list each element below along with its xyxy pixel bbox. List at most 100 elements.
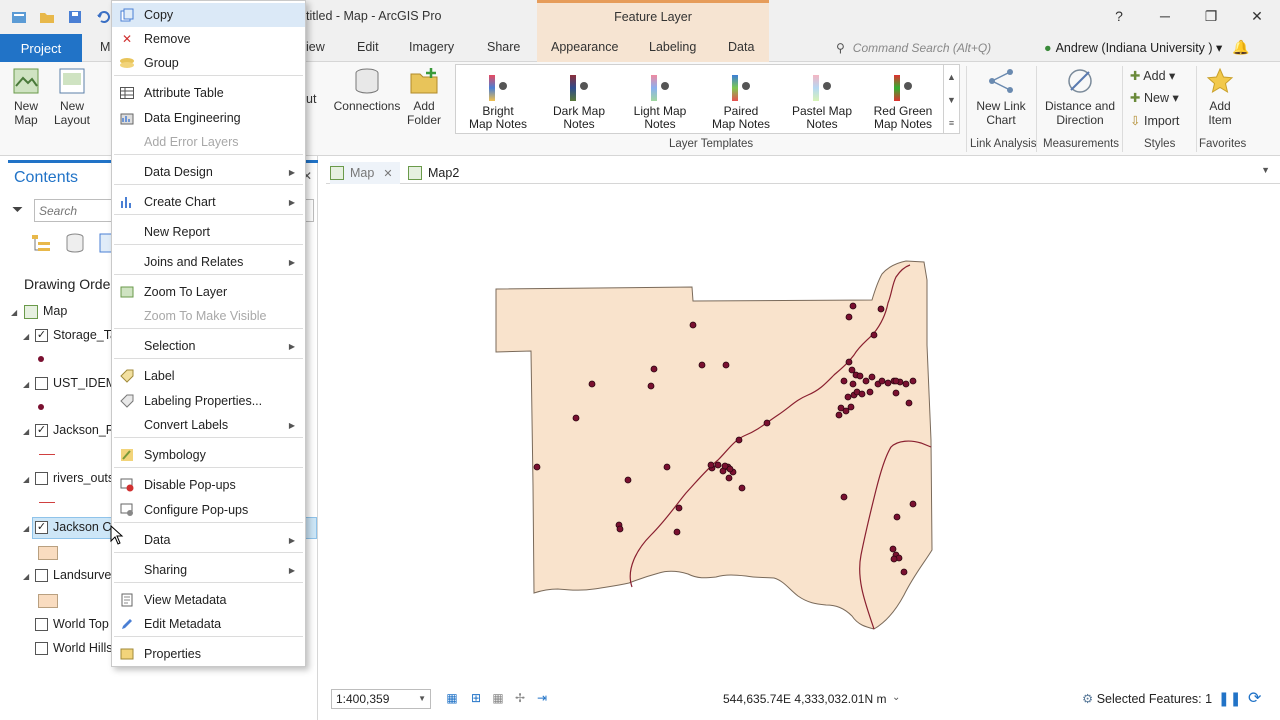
menu-item-zoom-to-layer[interactable]: Zoom To Layer: [112, 280, 305, 304]
storage-tank-point[interactable]: [902, 380, 910, 388]
grid-icon[interactable]: ▦: [444, 691, 460, 707]
storage-tank-point[interactable]: [835, 411, 843, 419]
storage-tank-point[interactable]: [884, 379, 892, 387]
menu-item-edit-metadata[interactable]: Edit Metadata: [112, 612, 305, 636]
home-icon[interactable]: [8, 6, 30, 28]
storage-tank-point[interactable]: [909, 500, 917, 508]
notifications-icon[interactable]: 🔔: [1232, 39, 1249, 56]
layer-visibility-checkbox[interactable]: ✓: [35, 424, 48, 437]
layer-visibility-checkbox[interactable]: [35, 569, 48, 582]
storage-tank-point[interactable]: [849, 302, 857, 310]
storage-tank-point[interactable]: [892, 389, 900, 397]
menu-item-properties[interactable]: Properties: [112, 642, 305, 666]
storage-tank-point[interactable]: [533, 463, 541, 471]
menu-item-new-report[interactable]: New Report: [112, 220, 305, 244]
storage-tank-point[interactable]: [624, 476, 632, 484]
storage-tank-point[interactable]: [722, 361, 730, 369]
storage-tank-point[interactable]: [847, 403, 855, 411]
storage-tank-point[interactable]: [647, 382, 655, 390]
menu-item-attribute-table[interactable]: Attribute Table: [112, 81, 305, 105]
pause-icon[interactable]: ❚❚: [1218, 690, 1241, 707]
storage-tank-point[interactable]: [905, 399, 913, 407]
menu-item-labeling-properties[interactable]: Labeling Properties...: [112, 389, 305, 413]
storage-tank-point[interactable]: [840, 493, 848, 501]
storage-tank-point[interactable]: [707, 461, 715, 469]
storage-tank-point[interactable]: [738, 484, 746, 492]
storage-tank-point[interactable]: [650, 365, 658, 373]
storage-tank-point[interactable]: [848, 366, 856, 374]
storage-tank-point[interactable]: [862, 377, 870, 385]
storage-tank-point[interactable]: [877, 305, 885, 313]
storage-tank-point[interactable]: [868, 373, 876, 381]
tab-data[interactable]: Data: [728, 40, 754, 54]
storage-tank-point[interactable]: [856, 372, 864, 380]
storage-tank-point[interactable]: [673, 528, 681, 536]
gallery-scroll-up-icon[interactable]: ▲: [943, 65, 959, 88]
layer-visibility-checkbox[interactable]: ✓: [35, 521, 48, 534]
refresh-icon[interactable]: ⟳: [1248, 688, 1261, 708]
menu-item-disable-pop-ups[interactable]: Disable Pop-ups: [112, 473, 305, 497]
storage-tank-point[interactable]: [866, 388, 874, 396]
menu-item-joins-and-relates[interactable]: Joins and Relates ▶: [112, 250, 305, 274]
menu-item-remove[interactable]: ✕ Remove: [112, 27, 305, 51]
expand-triangle-icon[interactable]: ◢: [11, 308, 17, 317]
storage-tank-point[interactable]: [858, 390, 866, 398]
line-symbol-icon[interactable]: [39, 502, 55, 503]
tab-map2-view[interactable]: Map2: [408, 162, 459, 184]
gallery-item-pastel-map-notes[interactable]: Pastel Map Notes: [782, 71, 862, 131]
line-symbol-icon[interactable]: [39, 454, 55, 455]
help-button[interactable]: ?: [1096, 0, 1142, 32]
gallery-item-light-map-notes[interactable]: Light Map Notes: [620, 71, 700, 131]
selected-features-count[interactable]: ⚙ Selected Features: 1: [1082, 691, 1212, 706]
storage-tank-point[interactable]: [714, 461, 722, 469]
styles-new-button[interactable]: ✚ New ▾: [1130, 90, 1179, 105]
layer-visibility-checkbox[interactable]: [35, 472, 48, 485]
storage-tank-point[interactable]: [675, 504, 683, 512]
scale-selector[interactable]: 1:400,359 ▼: [331, 689, 431, 709]
expand-triangle-icon[interactable]: ◢: [23, 427, 29, 436]
storage-tank-point[interactable]: [842, 407, 850, 415]
add-item-button[interactable]: Add Item: [1200, 66, 1240, 127]
storage-tank-point[interactable]: [588, 380, 596, 388]
expand-triangle-icon[interactable]: ◢: [23, 475, 29, 484]
storage-tank-point[interactable]: [845, 358, 853, 366]
storage-tank-point[interactable]: [893, 513, 901, 521]
expand-triangle-icon[interactable]: ◢: [23, 380, 29, 389]
storage-tank-point[interactable]: [844, 393, 852, 401]
tab-map[interactable]: M: [100, 40, 110, 54]
layer-visibility-checkbox[interactable]: ✓: [35, 329, 48, 342]
new-map-button[interactable]: New Map: [6, 66, 46, 127]
snapping-icon[interactable]: ⊞: [468, 691, 484, 707]
grid-display-icon[interactable]: ▦: [490, 691, 506, 707]
storage-tank-point[interactable]: [616, 525, 624, 533]
menu-item-symbology[interactable]: Symbology: [112, 443, 305, 467]
polygon-symbol-icon[interactable]: [38, 594, 58, 608]
storage-tank-point[interactable]: [663, 463, 671, 471]
storage-tank-point[interactable]: [763, 419, 771, 427]
storage-tank-point[interactable]: [735, 436, 743, 444]
storage-tank-point[interactable]: [725, 474, 733, 482]
menu-item-view-metadata[interactable]: View Metadata: [112, 588, 305, 612]
tab-view[interactable]: iew: [306, 40, 325, 54]
menu-item-data[interactable]: Data ▶: [112, 528, 305, 552]
new-link-chart-button[interactable]: New Link Chart: [972, 66, 1030, 127]
minimize-button[interactable]: ─: [1142, 0, 1188, 32]
gallery-item-bright-map-notes[interactable]: Bright Map Notes: [458, 71, 538, 131]
point-symbol-icon[interactable]: [38, 404, 44, 410]
gallery-item-dark-map-notes[interactable]: Dark Map Notes: [539, 71, 619, 131]
constraint-icon[interactable]: ✢: [512, 691, 528, 707]
jackson-county-polygon[interactable]: [495, 260, 933, 630]
storage-tank-point[interactable]: [689, 321, 697, 329]
storage-tank-point[interactable]: [892, 377, 900, 385]
tab-project[interactable]: Project: [0, 34, 82, 62]
storage-tank-point[interactable]: [870, 331, 878, 339]
map-canvas[interactable]: [326, 185, 1280, 685]
data-source-icon[interactable]: [64, 232, 86, 254]
layer-visibility-checkbox[interactable]: [35, 377, 48, 390]
storage-tank-point[interactable]: [878, 377, 886, 385]
add-folder-button[interactable]: Add Folder: [404, 66, 444, 127]
menu-item-selection[interactable]: Selection ▶: [112, 334, 305, 358]
expand-triangle-icon[interactable]: ◢: [23, 572, 29, 581]
correction-icon[interactable]: ⇥: [534, 691, 550, 707]
tab-imagery[interactable]: Imagery: [409, 40, 454, 54]
